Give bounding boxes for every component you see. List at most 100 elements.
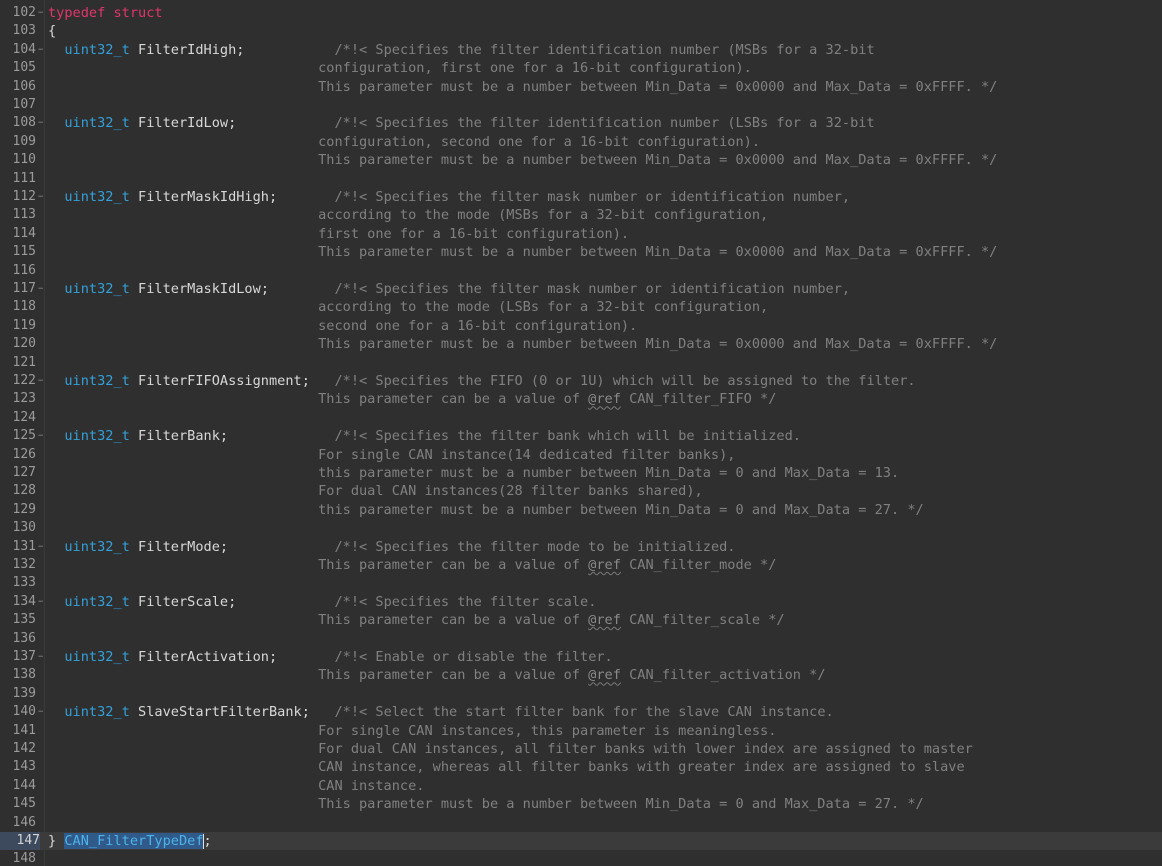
code-line[interactable]: 134− uint32_t FilterScale; /*!< Specifie… [0, 593, 1162, 611]
code-line[interactable]: 122− uint32_t FilterFIFOAssignment; /*!<… [0, 372, 1162, 390]
code-line[interactable]: 120 This parameter must be a number betw… [0, 335, 1162, 353]
code-line[interactable]: 110 This parameter must be a number betw… [0, 151, 1162, 169]
code-line[interactable]: 116 [0, 262, 1162, 280]
code-line[interactable]: 125− uint32_t FilterBank; /*!< Specifies… [0, 427, 1162, 445]
line-number: 128 [12, 483, 36, 499]
line-code[interactable]: uint32_t FilterIdLow; /*!< Specifies the… [48, 114, 874, 132]
line-code[interactable]: uint32_t FilterActivation; /*!< Enable o… [48, 648, 612, 666]
code-line[interactable]: 135 This parameter can be a value of @re… [0, 611, 1162, 629]
line-code[interactable]: uint32_t FilterMaskIdHigh; /*!< Specifie… [48, 188, 850, 206]
code-line[interactable]: 114 first one for a 16-bit configuration… [0, 225, 1162, 243]
line-code[interactable]: This parameter must be a number between … [48, 795, 924, 813]
line-code[interactable]: For dual CAN instances(28 filter banks s… [48, 482, 703, 500]
fold-toggle-icon[interactable]: − [38, 427, 46, 445]
line-code[interactable]: { [48, 22, 56, 40]
code-line[interactable]: 143 CAN instance, whereas all filter ban… [0, 758, 1162, 776]
code-line[interactable]: 128 For dual CAN instances(28 filter ban… [0, 482, 1162, 500]
line-code[interactable]: This parameter must be a number between … [48, 243, 997, 261]
line-code[interactable]: configuration, second one for a 16-bit c… [48, 133, 760, 151]
code-line[interactable]: 109 configuration, second one for a 16-b… [0, 133, 1162, 151]
code-line[interactable]: 104− uint32_t FilterIdHigh; /*!< Specifi… [0, 41, 1162, 59]
code-line[interactable]: 123 This parameter can be a value of @re… [0, 390, 1162, 408]
fold-toggle-icon[interactable]: − [38, 703, 46, 721]
code-line[interactable]: 106 This parameter must be a number betw… [0, 78, 1162, 96]
code-line[interactable]: 142 For dual CAN instances, all filter b… [0, 740, 1162, 758]
code-line[interactable]: 117− uint32_t FilterMaskIdLow; /*!< Spec… [0, 280, 1162, 298]
line-code[interactable]: This parameter must be a number between … [48, 151, 997, 169]
fold-toggle-icon[interactable]: − [38, 538, 46, 556]
code-line[interactable]: 148 [0, 850, 1162, 866]
fold-toggle-icon[interactable]: − [38, 41, 46, 59]
code-line[interactable]: 118 according to the mode (LSBs for a 32… [0, 298, 1162, 316]
code-line[interactable]: 137− uint32_t FilterActivation; /*!< Ena… [0, 648, 1162, 666]
code-line[interactable]: 126 For single CAN instance(14 dedicated… [0, 446, 1162, 464]
line-code[interactable]: This parameter must be a number between … [48, 335, 997, 353]
code-line[interactable]: 140− uint32_t SlaveStartFilterBank; /*!<… [0, 703, 1162, 721]
line-code[interactable]: For dual CAN instances, all filter banks… [48, 740, 973, 758]
line-code[interactable]: This parameter must be a number between … [48, 78, 997, 96]
code-line[interactable]: 102− typedef struct [0, 4, 1162, 22]
line-code[interactable]: This parameter can be a value of @ref CA… [48, 666, 825, 684]
code-line[interactable]: 119 second one for a 16-bit configuratio… [0, 317, 1162, 335]
code-line[interactable]: 111 [0, 170, 1162, 188]
code-line[interactable]: 112− uint32_t FilterMaskIdHigh; /*!< Spe… [0, 188, 1162, 206]
line-code[interactable]: this parameter must be a number between … [48, 464, 899, 482]
code-line[interactable]: 146 [0, 814, 1162, 832]
code-line[interactable]: 131− uint32_t FilterMode; /*!< Specifies… [0, 538, 1162, 556]
code-line[interactable]: 105 configuration, first one for a 16-bi… [0, 59, 1162, 77]
code-line[interactable]: 103 { [0, 22, 1162, 40]
line-code[interactable]: first one for a 16-bit configuration). [48, 225, 629, 243]
code-line[interactable]: 124 [0, 409, 1162, 427]
line-code[interactable]: For single CAN instances, this parameter… [48, 722, 776, 740]
code-token: ; [260, 281, 335, 297]
fold-toggle-icon[interactable]: − [38, 648, 46, 666]
code-line[interactable]: 132 This parameter can be a value of @re… [0, 556, 1162, 574]
code-token: @ref [588, 557, 621, 573]
code-line[interactable]: 136 [0, 630, 1162, 648]
line-code[interactable]: second one for a 16-bit configuration). [48, 317, 637, 335]
line-code[interactable]: } CAN_FilterTypeDef; [48, 832, 212, 850]
code-line[interactable]: 129 this parameter must be a number betw… [0, 501, 1162, 519]
line-code[interactable]: according to the mode (LSBs for a 32-bit… [48, 298, 768, 316]
code-line[interactable]: 138 This parameter can be a value of @re… [0, 666, 1162, 684]
code-line[interactable]: 130 [0, 519, 1162, 537]
line-code[interactable]: uint32_t FilterScale; /*!< Specifies the… [48, 593, 596, 611]
line-code[interactable]: configuration, first one for a 16-bit co… [48, 59, 752, 77]
fold-toggle-icon[interactable]: − [38, 372, 46, 390]
line-code[interactable]: uint32_t FilterMode; /*!< Specifies the … [48, 538, 735, 556]
line-code[interactable]: For single CAN instance(14 dedicated fil… [48, 446, 735, 464]
line-code[interactable]: uint32_t FilterFIFOAssignment; /*!< Spec… [48, 372, 915, 390]
code-line[interactable]: 133 [0, 574, 1162, 592]
line-code[interactable]: uint32_t FilterMaskIdLow; /*!< Specifies… [48, 280, 850, 298]
code-token: This parameter must be a number between … [48, 336, 998, 353]
line-code[interactable]: uint32_t FilterIdHigh; /*!< Specifies th… [48, 41, 874, 59]
fold-toggle-icon[interactable]: − [38, 188, 46, 206]
code-token: uint32_t [64, 704, 130, 721]
line-code[interactable]: This parameter can be a value of @ref CA… [48, 556, 776, 574]
fold-toggle-icon[interactable]: − [38, 4, 46, 22]
line-code[interactable]: CAN instance. [48, 777, 424, 795]
fold-toggle-icon[interactable]: − [38, 280, 46, 298]
line-code[interactable]: CAN instance, whereas all filter banks w… [48, 758, 965, 776]
line-code[interactable]: uint32_t FilterBank; /*!< Specifies the … [48, 427, 801, 445]
line-code[interactable]: uint32_t SlaveStartFilterBank; /*!< Sele… [48, 703, 833, 721]
fold-toggle-icon[interactable]: − [38, 593, 46, 611]
code-line[interactable]: 139 [0, 685, 1162, 703]
code-line[interactable]: 141 For single CAN instances, this param… [0, 722, 1162, 740]
code-line[interactable]: 121 [0, 354, 1162, 372]
code-line[interactable]: 144 CAN instance. [0, 777, 1162, 795]
code-line[interactable]: 145 This parameter must be a number betw… [0, 795, 1162, 813]
code-editor[interactable]: 102− typedef struct 103{104− uint32_t Filt… [0, 0, 1162, 866]
line-code[interactable]: typedef struct [48, 4, 163, 22]
line-code[interactable]: according to the mode (MSBs for a 32-bit… [48, 206, 768, 224]
line-code[interactable]: this parameter must be a number between … [48, 501, 924, 519]
code-line[interactable]: 147} CAN_FilterTypeDef; [0, 832, 1162, 851]
code-line[interactable]: 115 This parameter must be a number betw… [0, 243, 1162, 261]
line-code[interactable]: This parameter can be a value of @ref CA… [48, 390, 776, 408]
code-line[interactable]: 113 according to the mode (MSBs for a 32… [0, 206, 1162, 224]
line-code[interactable]: This parameter can be a value of @ref CA… [48, 611, 785, 629]
code-line[interactable]: 108− uint32_t FilterIdLow; /*!< Specifie… [0, 114, 1162, 132]
fold-toggle-icon[interactable]: − [38, 114, 46, 132]
code-line[interactable]: 127 this parameter must be a number betw… [0, 464, 1162, 482]
code-line[interactable]: 107 [0, 96, 1162, 114]
